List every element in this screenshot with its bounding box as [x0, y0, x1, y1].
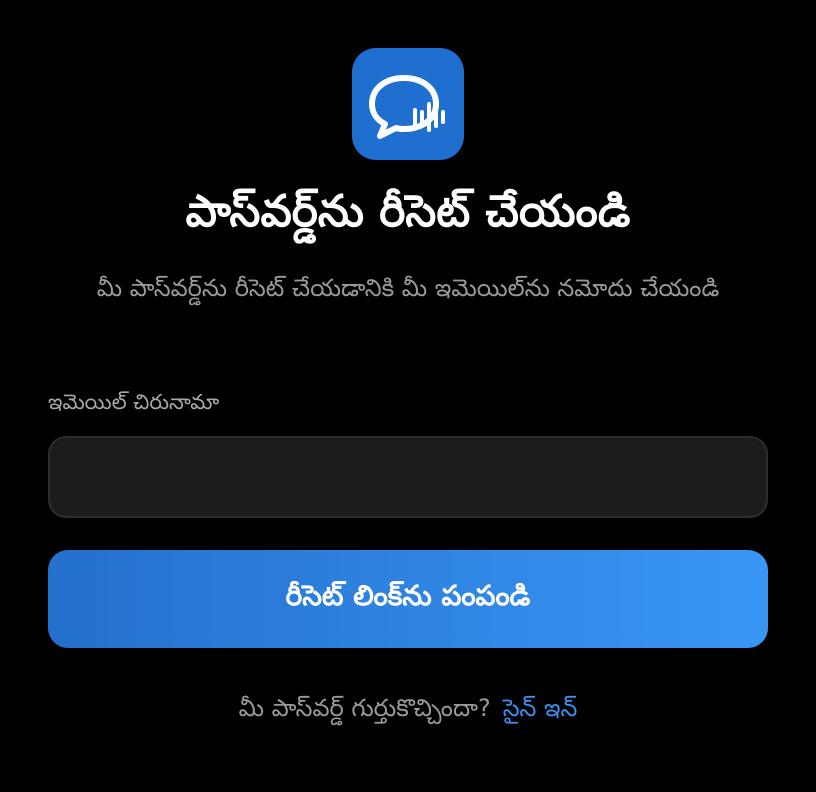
- send-reset-link-button[interactable]: రీసెట్ లింక్‌ను పంపండి: [48, 550, 768, 648]
- page-title: పాస్‌వర్డ్‌ను రీసెట్ చేయండి: [185, 186, 631, 237]
- signin-prompt: మీ పాస్‌వర్డ్ గుర్తుకొచ్చిందా? సైన్ ఇన్: [48, 694, 768, 728]
- remember-password-text: మీ పాస్‌వర్డ్ గుర్తుకొచ్చిందా?: [238, 694, 491, 722]
- email-input[interactable]: [48, 436, 768, 518]
- signin-link[interactable]: సైన్ ఇన్: [503, 694, 578, 722]
- app-logo-icon: [352, 48, 464, 160]
- page-subtitle: మీ పాస్‌వర్డ్‌ను రీసెట్ చేయడానికి మీ ఇమె…: [96, 274, 720, 302]
- email-label: ఇమెయిల్ చిరునామా: [48, 390, 220, 414]
- send-reset-link-label: రీసెట్ లింక్‌ను పంపండి: [285, 579, 531, 612]
